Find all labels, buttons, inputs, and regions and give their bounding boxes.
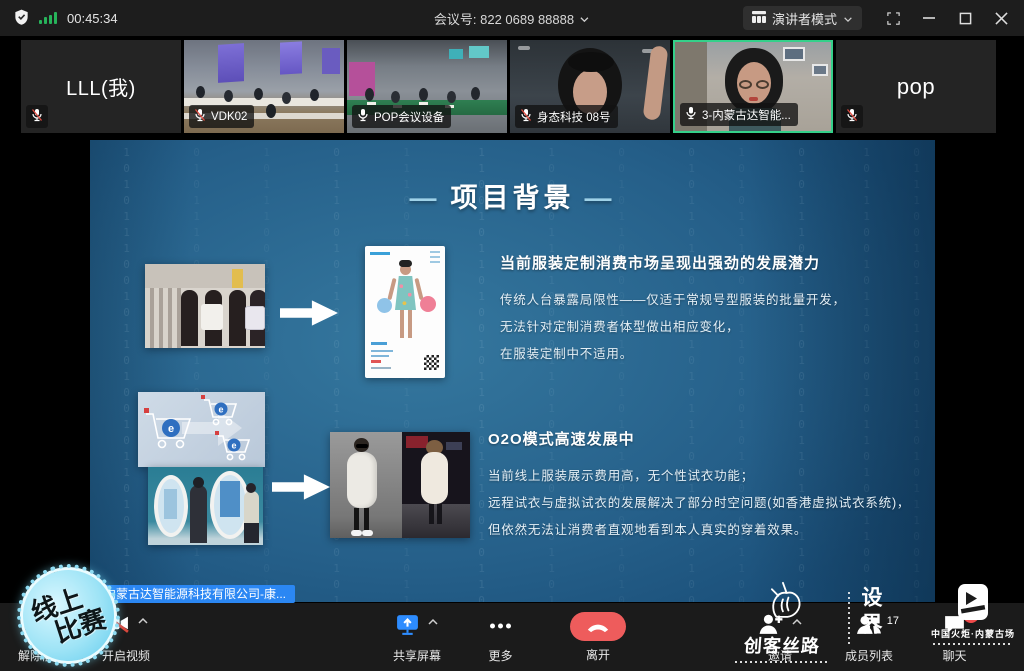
camera-off-icon [103,612,130,637]
members-icon [855,612,883,640]
shield-icon [14,9,29,28]
title-bar: 00:45:34 会议号: 822 0689 88888 演讲者模式 [0,0,1024,36]
svg-text:e: e [218,405,223,415]
chevron-up-icon[interactable] [51,616,63,630]
mic-muted-icon [846,108,858,125]
network-signal-icon [39,12,57,24]
meeting-timer: 00:45:34 [67,11,118,26]
mic-muted-icon [520,108,532,125]
leave-phone-icon[interactable] [570,612,626,641]
chevron-down-icon [843,11,853,26]
chevron-up-icon[interactable] [791,615,803,629]
svg-text:e: e [231,441,236,451]
share-screen-button[interactable]: 共享屏幕 [393,612,441,664]
layout-grid-icon [752,11,766,26]
meeting-id[interactable]: 会议号: 822 0689 88888 [434,9,590,28]
slide-section-2: O2O模式高速发展中 当前线上服装展示费用高，无个性试衣功能； 远程试衣与虚拟试… [488,428,910,544]
mute-indicator [841,105,863,128]
virtual-fitting-app-card [365,246,445,378]
participant-strip: LLL(我) VDK02 [0,36,1024,137]
meeting-toolbar: 解除静音 开启视频 共享屏幕 更多 离开 [0,603,1024,671]
member-count: 17 [887,615,899,627]
clothing-store-photo [145,264,265,348]
active-speaker-name-tag: 内蒙古达智能源科技有限公司-康... [95,585,295,603]
chevron-up-icon[interactable] [137,614,149,628]
white-coat-street-photos [330,432,470,538]
mic-active-icon [685,106,697,123]
close-button[interactable] [986,4,1016,32]
shared-screen-area: —项目背景— [0,137,1024,603]
start-video-button[interactable]: 开启视频 [102,612,150,664]
participant-name: 身态科技 08号 [537,109,611,125]
share-screen-icon [395,612,420,640]
unmute-button[interactable]: 解除静音 [18,612,66,664]
fullscreen-button[interactable] [878,4,908,32]
qr-code [424,355,439,370]
online-shopping-carts-photo: e e e [138,392,265,467]
chat-unread-badge: 7 [963,607,979,623]
mic-muted-icon [22,612,44,640]
participant-label: 身态科技 08号 [515,105,618,128]
more-dots-icon [487,614,514,641]
mic-active-icon [357,108,369,125]
svg-text:e: e [168,423,174,435]
mic-muted-icon [194,108,206,125]
presentation-slide: —项目背景— [90,140,935,602]
participant-name: 3-内蒙古达智能... [702,107,791,123]
participant-label: POP会议设备 [352,105,451,128]
minimize-button[interactable] [914,4,944,32]
chevron-down-icon [579,11,590,26]
fitting-mirror-kiosk-photo [148,467,263,545]
invite-person-plus-icon [757,612,784,640]
more-button[interactable]: 更多 [487,612,514,664]
maximize-button[interactable] [950,4,980,32]
participant-tile-pop-device[interactable]: POP会议设备 [347,40,507,133]
slide-section-1: 当前服装定制消费市场呈现出强劲的发展潜力 传统人台暴露局限性——仅适于常规号型服… [500,252,846,368]
arrow-right [280,298,338,328]
participant-tile-shentai[interactable]: 身态科技 08号 [510,40,670,133]
participant-name: VDK02 [211,111,247,123]
participant-label: 3-内蒙古达智能... [680,103,798,126]
participant-tile-neimenggu-active-speaker[interactable]: 3-内蒙古达智能... [673,40,833,133]
participant-tile-vdk02[interactable]: VDK02 [184,40,344,133]
mic-muted-icon [31,108,43,125]
arrow-right [272,472,330,502]
view-mode-dropdown[interactable]: 演讲者模式 [743,6,862,30]
meeting-app-window: 00:45:34 会议号: 822 0689 88888 演讲者模式 [0,0,1024,671]
participant-name: POP会议设备 [374,109,444,125]
chevron-up-icon[interactable] [427,615,439,629]
participant-tile-pop[interactable]: pop [836,40,996,133]
slide-title: —项目背景— [90,176,935,215]
leave-button[interactable]: 离开 [570,612,626,663]
invite-button[interactable]: 邀请 [757,612,803,664]
participant-label: VDK02 [189,105,254,128]
chat-button[interactable]: 7 聊天 [942,612,967,664]
mute-indicator [26,105,48,128]
participant-tile-lll[interactable]: LLL(我) [21,40,181,133]
member-list-button[interactable]: 17 成员列表 [845,612,893,664]
